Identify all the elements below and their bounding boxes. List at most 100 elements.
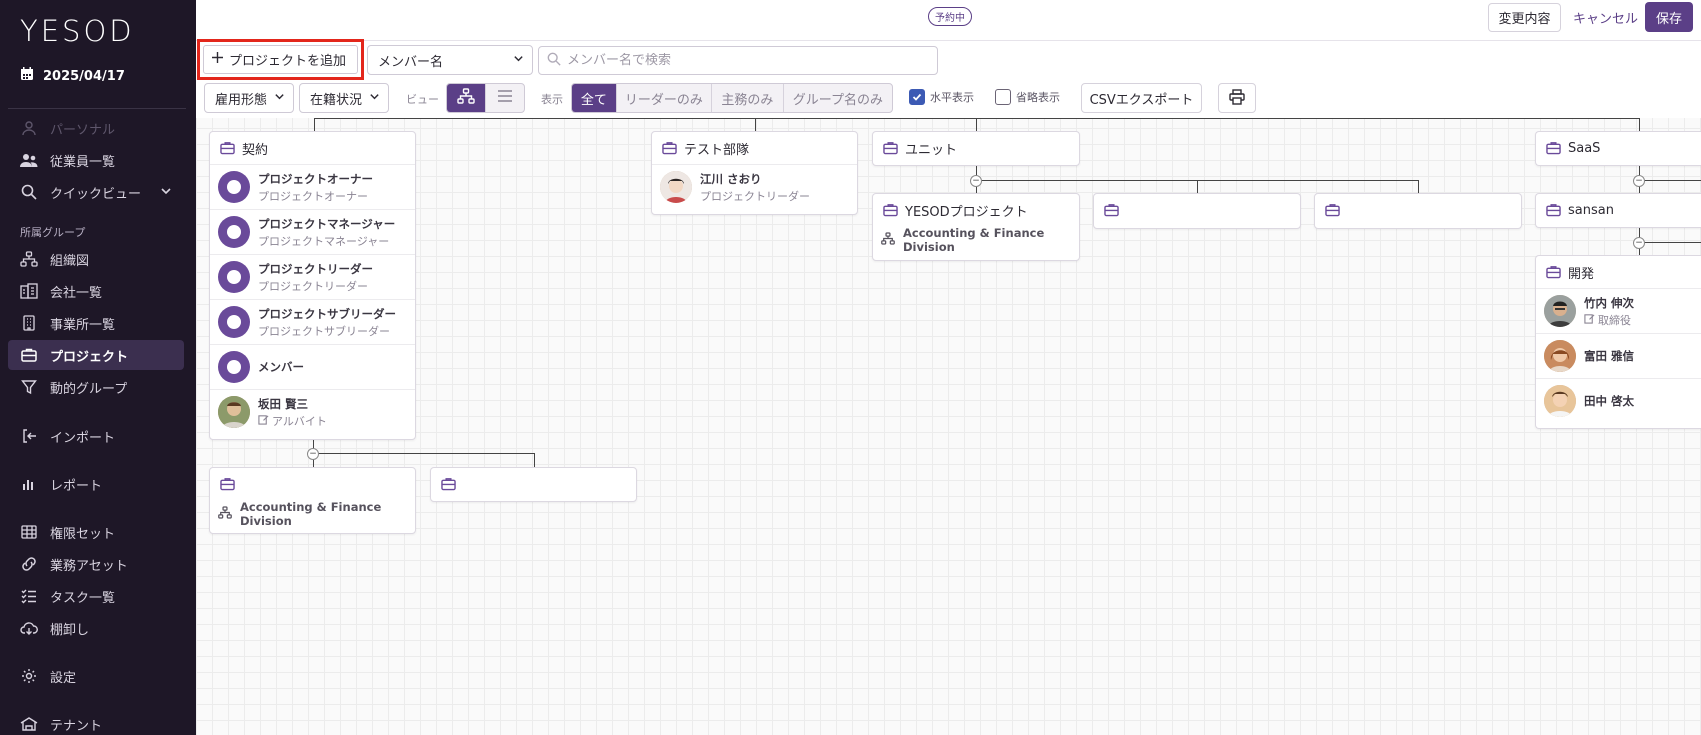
edit-icon [258, 414, 269, 428]
project-card-kaihatsu[interactable]: 開発 竹内 伸次 取締役 富田 雅信 田中 啓太 [1535, 255, 1701, 429]
collapse-toggle[interactable]: − [1633, 175, 1645, 187]
project-card-unit[interactable]: ユニット [872, 131, 1080, 166]
chevron-down-icon [369, 91, 380, 106]
member-row[interactable]: プロジェクトオーナー プロジェクトオーナー [210, 164, 415, 209]
member-row[interactable]: 富田 雅信 [1536, 333, 1701, 378]
division-name: Accounting & Finance Division [903, 226, 1045, 254]
member-row[interactable]: プロジェクトサブリーダー プロジェクトサブリーダー [210, 299, 415, 344]
sidebar-item-label: パーソナル [50, 122, 116, 138]
project-card-saas[interactable]: SaaS [1535, 131, 1701, 166]
sidebar-item-personal[interactable]: パーソナル [8, 113, 184, 143]
sidebar-item-settings[interactable]: 設定 [8, 661, 184, 691]
employment-filter[interactable]: 雇用形態 [204, 83, 294, 113]
sidebar-item-import[interactable]: インポート [8, 421, 184, 451]
briefcase-icon [1545, 202, 1561, 218]
project-card-child-1[interactable]: Accounting & Finance Division [209, 467, 416, 534]
sidebar-item-orgchart[interactable]: 組織図 [8, 244, 184, 274]
card-title: テスト部隊 [684, 142, 750, 158]
sidebar-item-offices[interactable]: 事業所一覧 [8, 308, 184, 338]
horizontal-toggle[interactable]: 水平表示 [909, 89, 974, 105]
date-selector[interactable]: 2025/04/17 [20, 67, 125, 85]
sidebar-item-employees[interactable]: 従業員一覧 [8, 145, 184, 175]
project-card-keiyaku[interactable]: 契約 プロジェクトオーナー プロジェクトオーナー プロジェクトマネージャー プロジェ… [209, 131, 416, 440]
display-group-names-only[interactable]: グループ名のみ [784, 84, 892, 112]
sidebar-item-label: タスク一覧 [50, 590, 116, 606]
sidebar-item-permission-sets[interactable]: 権限セット [8, 517, 184, 547]
compact-toggle[interactable]: 省略表示 [995, 89, 1060, 105]
member-row[interactable]: プロジェクトマネージャー プロジェクトマネージャー [210, 209, 415, 254]
office-icon [20, 314, 38, 332]
card-header: 契約 [210, 132, 415, 164]
member-field-select[interactable]: メンバー名 [367, 45, 533, 75]
sidebar-item-inventory[interactable]: 棚卸し [8, 613, 184, 643]
collapse-toggle[interactable]: − [970, 175, 982, 187]
project-card-sansan[interactable]: sansan [1535, 193, 1701, 228]
member-row[interactable]: 田中 啓太 [1536, 378, 1701, 423]
member-row[interactable]: プロジェクトリーダー プロジェクトリーダー [210, 254, 415, 299]
display-primary-only[interactable]: 主務のみ [712, 84, 784, 112]
horizontal-checkbox[interactable] [909, 89, 925, 105]
project-card-child-2[interactable] [430, 467, 637, 502]
collapse-toggle[interactable]: − [1633, 237, 1645, 249]
sidebar-item-tenant[interactable]: テナント [8, 709, 184, 735]
checklist-icon [20, 587, 38, 605]
project-card-empty-1[interactable] [1093, 193, 1301, 229]
sidebar-item-companies[interactable]: 会社一覧 [8, 276, 184, 306]
print-button[interactable] [1218, 83, 1256, 113]
grid-icon [20, 523, 38, 541]
connector [534, 453, 535, 468]
save-button[interactable]: 保存 [1645, 2, 1693, 32]
sidebar-item-label: 会社一覧 [50, 285, 103, 301]
csv-export-button[interactable]: CSVエクスポート [1081, 83, 1202, 113]
sidebar-item-dynamic-groups[interactable]: 動的グループ [8, 372, 184, 402]
member-field-value: メンバー名 [378, 54, 444, 70]
add-project-button[interactable]: プロジェクトを追加 [203, 45, 358, 74]
project-card-empty-2[interactable] [1314, 193, 1522, 229]
sidebar-item-quickview[interactable]: クイックビュー [8, 177, 184, 207]
member-row[interactable]: 竹内 伸次 取締役 [1536, 288, 1701, 333]
collapse-toggle[interactable]: − [307, 448, 319, 460]
project-card-test-team[interactable]: テスト部隊 江川 さおり プロジェクトリーダー [651, 131, 858, 215]
list-view-button[interactable] [486, 84, 525, 112]
calendar-icon [20, 67, 34, 85]
compact-checkbox[interactable] [995, 89, 1011, 105]
connector [1639, 118, 1640, 131]
connector [314, 118, 1640, 119]
sidebar-item-label: クイックビュー [50, 186, 142, 202]
member-row[interactable]: 坂田 賢三 アルバイト [210, 389, 415, 434]
member-name: プロジェクトマネージャー [258, 216, 396, 231]
sidebar-item-assets[interactable]: 業務アセット [8, 549, 184, 579]
avatar [660, 171, 692, 203]
project-card-yesod[interactable]: YESODプロジェクト Accounting & Finance Divisio… [872, 193, 1080, 261]
member-role: アルバイト [258, 413, 327, 429]
sidebar-item-label: 権限セット [50, 526, 116, 542]
member-role-text: アルバイト [272, 414, 327, 428]
sidebar-item-projects[interactable]: プロジェクト [8, 340, 184, 370]
member-name: プロジェクトオーナー [258, 171, 373, 186]
display-all[interactable]: 全て [572, 84, 617, 112]
tree-view-button[interactable] [447, 84, 486, 112]
sidebar-item-label: テナント [50, 718, 103, 734]
connector [1639, 242, 1701, 243]
briefcase-icon [882, 202, 898, 218]
status-filter[interactable]: 在籍状況 [299, 83, 389, 113]
division-name: Accounting & Finance Division [240, 500, 382, 528]
search-input[interactable] [567, 53, 927, 68]
sidebar-item-tasks[interactable]: タスク一覧 [8, 581, 184, 611]
member-search[interactable] [538, 46, 938, 75]
filter-icon [20, 378, 38, 396]
member-row[interactable]: 江川 さおり プロジェクトリーダー [652, 164, 857, 209]
add-project-label: プロジェクトを追加 [229, 54, 347, 69]
tenant-icon [20, 715, 38, 733]
cancel-button[interactable]: キャンセル [1573, 8, 1638, 27]
member-row[interactable]: メンバー [210, 344, 415, 389]
briefcase-icon [661, 140, 677, 156]
display-leaders-only[interactable]: リーダーのみ [617, 84, 713, 112]
sidebar-item-reports[interactable]: レポート [8, 469, 184, 499]
card-header: SaaS [1536, 132, 1701, 164]
card-header [210, 468, 415, 500]
list-icon [497, 90, 512, 106]
avatar [218, 171, 250, 203]
avatar [218, 351, 250, 383]
changes-button[interactable]: 変更内容 [1488, 3, 1561, 32]
